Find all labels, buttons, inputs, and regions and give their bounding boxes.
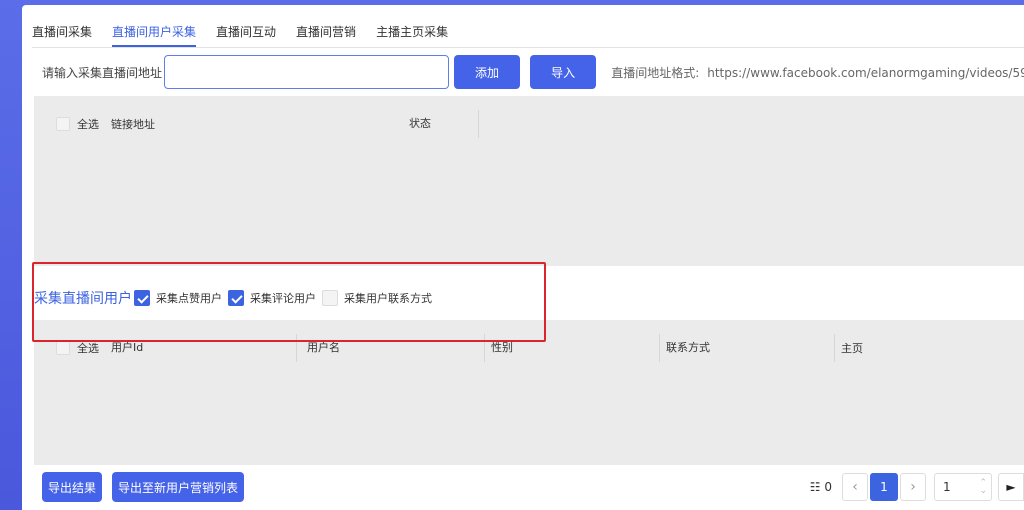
link-table: 全选 链接地址 状态 [34, 96, 1024, 266]
current-page[interactable]: 1 [870, 473, 898, 501]
collect-user-options: 采集直播间用户 采集点赞用户 采集评论用户 采集用户联系方式 [34, 283, 1024, 313]
play-icon: ► [1006, 480, 1016, 494]
tab-live-room-interact[interactable]: 直播间互动 [216, 19, 276, 47]
like-users-label: 采集点赞用户 [156, 292, 222, 305]
option-comment-users[interactable]: 采集评论用户 [228, 290, 316, 306]
link-select-all-checkbox[interactable] [56, 117, 70, 131]
collect-users-title: 采集直播间用户 [34, 291, 132, 307]
user-select-all-checkbox[interactable] [56, 341, 70, 355]
like-users-checkbox[interactable] [134, 290, 150, 306]
chevron-left-icon: ‹ [852, 479, 858, 495]
option-like-users[interactable]: 采集点赞用户 [134, 290, 222, 306]
column-header-homepage: 主页 [841, 342, 863, 355]
add-button[interactable]: 添加 [453, 55, 521, 89]
next-page-button[interactable]: › [900, 473, 926, 501]
column-header-status-cell: 状态 [401, 110, 479, 138]
stepper-icon: ⌃ ⌄ [979, 478, 987, 496]
column-header-user-id-cell: 用户Id [111, 334, 297, 362]
user-contacts-checkbox[interactable] [322, 290, 338, 306]
column-header-user-id: 用户Id [111, 341, 144, 354]
pagination: ☷ 0 ‹ 1 › 1 ⌃ ⌄ ► [810, 471, 1024, 503]
user-contacts-label: 采集用户联系方式 [344, 292, 432, 305]
tabs-divider [32, 47, 1024, 48]
tab-bar: 直播间采集 直播间用户采集 直播间互动 直播间营销 主播主页采集 [32, 19, 468, 47]
export-to-marketing-list-button[interactable]: 导出至新用户营销列表 [112, 472, 245, 502]
import-button[interactable]: 导入 [530, 55, 597, 89]
go-page-button[interactable]: ► [998, 473, 1024, 501]
page-jump-value: 1 [943, 480, 951, 494]
page-jump-input[interactable]: 1 ⌃ ⌄ [934, 473, 992, 501]
tab-streamer-home-collect[interactable]: 主播主页采集 [376, 19, 448, 47]
user-table-header: 全选 用户Id 用户名 性别 联系方式 主页 [34, 334, 1024, 362]
user-table: 全选 用户Id 用户名 性别 联系方式 主页 [34, 320, 1024, 465]
list-icon: ☷ [809, 480, 821, 494]
bottom-bar: 导出结果 导出至新用户营销列表 ☷ 0 ‹ 1 › 1 ⌃ ⌄ ► [42, 471, 1024, 503]
url-format-label: 直播间地址格式: [611, 65, 700, 80]
option-user-contacts[interactable]: 采集用户联系方式 [322, 290, 432, 306]
column-header-status: 状态 [409, 117, 431, 130]
column-header-contact-cell: 联系方式 [660, 334, 835, 362]
tab-live-room-marketing[interactable]: 直播间营销 [296, 19, 356, 47]
url-format-example: https://www.facebook.com/elanormgaming/v… [707, 65, 1024, 80]
total-count: ☷ 0 [810, 480, 832, 494]
user-select-all-label: 全选 [77, 342, 99, 355]
export-results-button[interactable]: 导出结果 [42, 472, 103, 502]
url-input-label: 请输入采集直播间地址 [42, 65, 163, 80]
column-header-username: 用户名 [307, 341, 340, 354]
main-panel: 直播间采集 直播间用户采集 直播间互动 直播间营销 主播主页采集 请输入采集直播… [22, 5, 1024, 510]
comment-users-checkbox[interactable] [228, 290, 244, 306]
prev-page-button[interactable]: ‹ [842, 473, 868, 501]
comment-users-label: 采集评论用户 [250, 292, 316, 305]
tab-live-room-collect[interactable]: 直播间采集 [32, 19, 92, 47]
column-header-username-cell: 用户名 [297, 334, 485, 362]
column-header-contact: 联系方式 [666, 341, 710, 354]
live-room-url-input[interactable] [163, 55, 449, 89]
total-count-value: 0 [824, 480, 832, 494]
column-header-link: 链接地址 [111, 118, 155, 131]
link-table-header: 全选 链接地址 状态 [34, 110, 1024, 138]
url-format-hint: 直播间地址格式: https://www.facebook.com/elanorm… [611, 64, 1024, 81]
column-header-gender-cell: 性别 [485, 334, 660, 362]
link-select-all-label: 全选 [77, 118, 99, 131]
tab-live-room-user-collect[interactable]: 直播间用户采集 [112, 19, 197, 47]
chevron-right-icon: › [910, 479, 916, 495]
input-row: 请输入采集直播间地址 添加 导入 直播间地址格式: https://www.fac… [42, 55, 1024, 89]
column-header-gender: 性别 [491, 341, 513, 354]
